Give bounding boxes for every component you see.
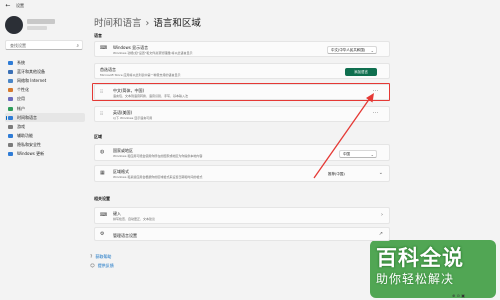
user-email-redacted [27, 26, 47, 30]
apps-icon [8, 97, 13, 102]
manage-language-settings-title: 管理语言设置 [113, 232, 137, 238]
display-language-select[interactable]: 中文(中华人民共和国) ⌄ [327, 45, 377, 54]
give-feedback-link[interactable]: ☺ 提供反馈 [90, 263, 114, 269]
manage-language-settings-card[interactable]: ⚙ 管理语言设置 ↗ [94, 227, 390, 241]
gamepad-icon [8, 124, 13, 129]
back-arrow-icon[interactable]: ← [4, 2, 12, 10]
app-title: 设置 [16, 3, 24, 8]
tray-icon[interactable]: ▣ [461, 293, 465, 298]
monitor-icon [8, 60, 13, 65]
section-label-region: 区域 [94, 134, 102, 139]
display-language-desc: Windows 功能(如"设置"和文件资源管理器)将以此语言显示 [113, 50, 193, 55]
sidebar-item-gaming[interactable]: 游戏 [5, 122, 85, 131]
typing-desc: 拼写检查、自动更正、文本建议 [113, 217, 156, 221]
sidebar-item-label: 隐私和安全性 [17, 142, 41, 148]
search-input[interactable]: 查找设置 ⌕ [5, 40, 83, 50]
display-language-value: 中文(中华人民共和国) [331, 48, 366, 52]
sidebar-item-label: 蓝牙和其他设备 [17, 68, 45, 74]
drag-handle-icon[interactable]: ⠿ [100, 112, 103, 117]
sidebar-item-label: 帐户 [17, 105, 25, 111]
sidebar-item-label: 应用 [17, 96, 25, 102]
regional-format-value: 推荐(中国) [328, 172, 345, 176]
settings-icon: ⚙ [100, 231, 105, 237]
country-value: 中国 [343, 152, 350, 156]
sidebar-item-label: 时间和语言 [17, 114, 37, 120]
sidebar-item-personalization[interactable]: 个性化 [5, 86, 85, 95]
title-bar: ← 设置 [0, 0, 500, 12]
section-label-language: 语言 [94, 33, 102, 38]
update-icon [8, 152, 13, 157]
help-icon: ? [90, 254, 93, 260]
get-help-label: 获取帮助 [95, 254, 112, 259]
globe-icon: ◍ [100, 149, 105, 155]
sidebar-item-time-language[interactable]: 时间和语言 [5, 113, 85, 123]
language-item-desc: 以下 Windows 显示语言可用 [113, 115, 153, 120]
more-options-icon[interactable]: ··· [373, 111, 379, 116]
chevron-down-icon: ⌄ [370, 47, 374, 53]
person-icon [8, 106, 13, 111]
shield-icon [8, 143, 13, 148]
sidebar-item-label: Windows 更新 [17, 151, 45, 157]
sidebar-item-network[interactable]: 网络和 Internet [5, 76, 85, 85]
brush-icon [8, 88, 13, 93]
language-icon: ⌨ [100, 45, 108, 51]
annotation-highlight [92, 83, 390, 101]
avatar[interactable] [5, 16, 23, 34]
regional-format-card[interactable]: ▦ 区域格式 Windows 和某些应用会根据你的区域格式来设置日期和时间的格式… [94, 165, 390, 182]
add-language-button[interactable]: 添加语言 [345, 68, 377, 76]
country-desc: Windows 和应用可能会使用你所在的国家或地区为你提供本地内容 [113, 154, 203, 158]
sidebar-item-windows-update[interactable]: Windows 更新 [5, 150, 85, 159]
chevron-down-icon[interactable]: ⌄ [379, 171, 383, 176]
tray-icons: ⊕ ⊙ ▣ [452, 293, 465, 298]
user-name-redacted [27, 19, 55, 24]
chevron-right-icon: › [381, 212, 383, 218]
breadcrumb-parent[interactable]: 时间和语言 [94, 18, 142, 29]
external-link-icon: ↗ [378, 231, 383, 237]
sidebar-item-label: 游戏 [17, 123, 25, 129]
watermark-sub: 助你轻松解决 [376, 272, 455, 286]
globe-clock-icon [8, 115, 13, 120]
keyboard-icon: ⌨ [100, 212, 108, 218]
search-placeholder: 查找设置 [10, 43, 26, 48]
sidebar-item-label: 辅助功能 [17, 133, 33, 139]
breadcrumb-separator: › [145, 18, 150, 29]
watermark-badge: 百科全说 助你轻松解决 [370, 240, 496, 298]
sidebar-item-privacy[interactable]: 隐私和安全性 [5, 141, 85, 150]
feedback-icon: ☺ [90, 263, 95, 269]
chevron-down-icon: ⌄ [370, 151, 374, 157]
search-icon: ⌕ [76, 44, 79, 49]
sidebar-item-label: 网络和 Internet [17, 77, 47, 83]
sidebar-item-accounts[interactable]: 帐户 [5, 104, 85, 113]
language-item[interactable]: ⠿ 英语(美国) 以下 Windows 显示语言可用 ··· [94, 106, 390, 122]
sidebar-item-bluetooth[interactable]: 蓝牙和其他设备 [5, 67, 85, 76]
section-label-related: 相关设置 [94, 196, 110, 201]
sidebar-nav: 系统 蓝牙和其他设备 网络和 Internet 个性化 应用 帐户 时间和语言 … [5, 58, 85, 159]
regional-format-value-box: 推荐(中国) [325, 171, 361, 179]
page-title: 语言和区域 [153, 18, 201, 29]
preferred-language-desc: Microsoft Store 应用将以此列表中第一种受支持的语言显示 [100, 72, 181, 77]
sidebar-item-label: 系统 [17, 59, 25, 65]
wifi-icon [8, 78, 13, 83]
sidebar-item-system[interactable]: 系统 [5, 58, 85, 67]
bluetooth-icon [8, 69, 13, 74]
calendar-icon: ▦ [100, 170, 105, 176]
typing-card[interactable]: ⌨ 键入 拼写检查、自动更正、文本建议 › [94, 207, 390, 224]
country-card: ◍ 国家或地区 Windows 和应用可能会使用你所在的国家或地区为你提供本地内… [94, 144, 390, 161]
display-language-card: ⌨ Windows 显示语言 Windows 功能(如"设置"和文件资源管理器)… [94, 41, 390, 57]
give-feedback-label: 提供反馈 [97, 263, 114, 268]
watermark-main: 百科全说 [376, 246, 464, 270]
sidebar-item-apps[interactable]: 应用 [5, 95, 85, 104]
sidebar-item-accessibility[interactable]: 辅助功能 [5, 132, 85, 141]
country-select[interactable]: 中国 ⌄ [339, 149, 377, 158]
sidebar-item-label: 个性化 [17, 87, 29, 93]
get-help-link[interactable]: ? 获取帮助 [90, 254, 111, 260]
breadcrumb: 时间和语言 › 语言和区域 [94, 15, 201, 29]
accessibility-icon [8, 134, 13, 139]
preferred-language-card: 首选语言 Microsoft Store 应用将以此列表中第一种受支持的语言显示… [94, 63, 390, 79]
regional-format-desc: Windows 和某些应用会根据你的区域格式来设置日期和时间的格式 [113, 175, 203, 179]
tray-icon[interactable]: ⊙ [457, 293, 460, 298]
tray-icon[interactable]: ⊕ [452, 293, 455, 298]
